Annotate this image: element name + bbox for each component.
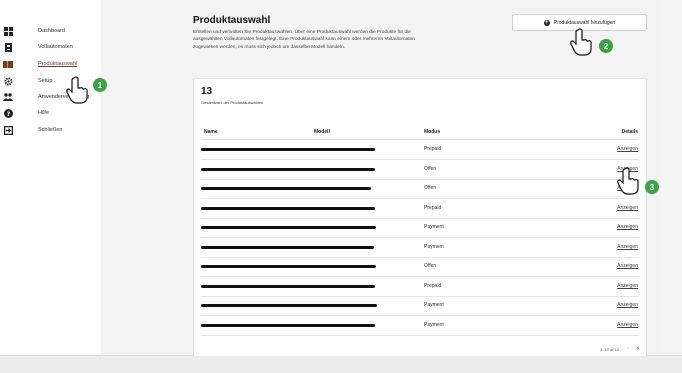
mode-cell: Payment (424, 322, 444, 328)
details-link[interactable]: Anzeigen (617, 283, 638, 289)
add-button-label: Produktauswahl hinzufügen (553, 19, 616, 26)
details-link[interactable]: Anzeigen (617, 224, 638, 230)
mode-cell: Payment (424, 244, 444, 250)
table-row: Prepaid Anzeigen (201, 199, 639, 219)
sidebar-item-label: Schließen (38, 127, 63, 133)
redacted-name (201, 304, 377, 307)
sidebar-item-schliessen[interactable]: Schließen (0, 123, 100, 137)
step-badge-1: 1 (93, 78, 107, 92)
right-gutter (660, 0, 682, 355)
pagination-range: 1–10 of 13 (600, 346, 619, 352)
page-description: Erstellen und verwalten Sie Produktauswa… (193, 30, 415, 50)
column-header-name[interactable]: Name (204, 129, 218, 135)
mode-cell: Offen (424, 166, 437, 172)
step-badge-3: 3 (645, 180, 659, 194)
redacted-name (201, 226, 376, 229)
sidebar-item-label: Produktauswahl (38, 61, 78, 67)
table-row: Offen Anzeigen (201, 179, 639, 199)
sidebar-item-label: Setup (38, 78, 53, 84)
redacted-name (201, 187, 371, 190)
sidebar-item-produktauswahl[interactable]: Produktauswahl (0, 57, 100, 71)
redacted-name (201, 148, 375, 151)
details-link[interactable]: Anzeigen (617, 146, 638, 152)
redacted-name (201, 265, 376, 268)
sidebar-item-label: Hilfe (38, 110, 50, 116)
table-row: Prepaid Anzeigen (201, 277, 639, 297)
mode-cell: Payment (424, 302, 444, 308)
column-header-model[interactable]: Modell (314, 129, 330, 135)
table-row: Prepaid Anzeigen (201, 140, 639, 160)
details-link[interactable]: Anzeigen (617, 205, 638, 211)
product-selection-icon (3, 59, 13, 69)
column-header-details: Details (621, 129, 638, 135)
sidebar-item-vollautomaten[interactable]: Vollautomaten (0, 40, 100, 54)
sidebar-item-dashboard[interactable]: Dashboard (0, 24, 100, 38)
details-link[interactable]: Anzeigen (617, 302, 638, 308)
table-row: Payment Anzeigen (201, 238, 639, 258)
details-link[interactable]: Anzeigen (617, 244, 638, 250)
table-row: Payment Anzeigen (201, 316, 639, 336)
sidebar: Dashboard Vollautomaten Produktauswahl S… (0, 0, 100, 355)
logout-icon (3, 125, 13, 135)
table-row: Offen Anzeigen (201, 257, 639, 277)
sidebar-item-hilfe[interactable]: ? Hilfe (0, 106, 100, 120)
bottom-gutter (0, 355, 682, 373)
redacted-name (201, 324, 375, 327)
redacted-name (201, 246, 374, 249)
step-badge-2: 2 (599, 39, 613, 53)
redacted-name (201, 168, 375, 171)
sidebar-item-label: Vollautomaten (38, 44, 73, 50)
redacted-name (201, 207, 375, 210)
coffee-machine-icon (3, 42, 13, 52)
mode-cell: Payment (424, 224, 444, 230)
total-count: 13 (201, 86, 213, 97)
pagination: 1–10 of 13 ‹ › (600, 346, 639, 352)
redacted-name (201, 285, 375, 288)
mode-cell: Offen (424, 263, 437, 269)
table-row: Offen Anzeigen (201, 160, 639, 180)
users-icon (3, 92, 13, 102)
product-selection-card: 13 Gesamtzahl der Produktauswahlen Name … (193, 78, 647, 356)
mode-cell: Offen (424, 185, 437, 191)
details-link[interactable]: Anzeigen (617, 322, 638, 328)
next-page-button[interactable]: › (637, 346, 639, 352)
details-link[interactable]: Anzeigen (617, 263, 638, 269)
pointer-hand-icon (617, 167, 639, 195)
mode-cell: Prepaid (424, 205, 442, 211)
dashboard-grid-icon (3, 26, 13, 36)
sidebar-item-label: Dashboard (38, 28, 65, 34)
column-header-mode[interactable]: Modus (424, 129, 440, 135)
total-count-label: Gesamtzahl der Produktauswahlen (201, 100, 264, 105)
table-row: Payment Anzeigen (201, 218, 639, 238)
pointer-hand-icon (570, 28, 592, 56)
page-title: Produktauswahl (193, 15, 271, 26)
gear-icon (3, 76, 13, 86)
plus-icon: + (543, 19, 550, 26)
help-icon: ? (3, 108, 13, 118)
prev-page-button[interactable]: ‹ (627, 346, 629, 352)
table-row: Payment Anzeigen (201, 296, 639, 316)
mode-cell: Prepaid (424, 283, 442, 289)
mode-cell: Prepaid (424, 146, 442, 152)
svg-text:?: ? (6, 110, 10, 117)
pointer-hand-icon (66, 76, 88, 104)
